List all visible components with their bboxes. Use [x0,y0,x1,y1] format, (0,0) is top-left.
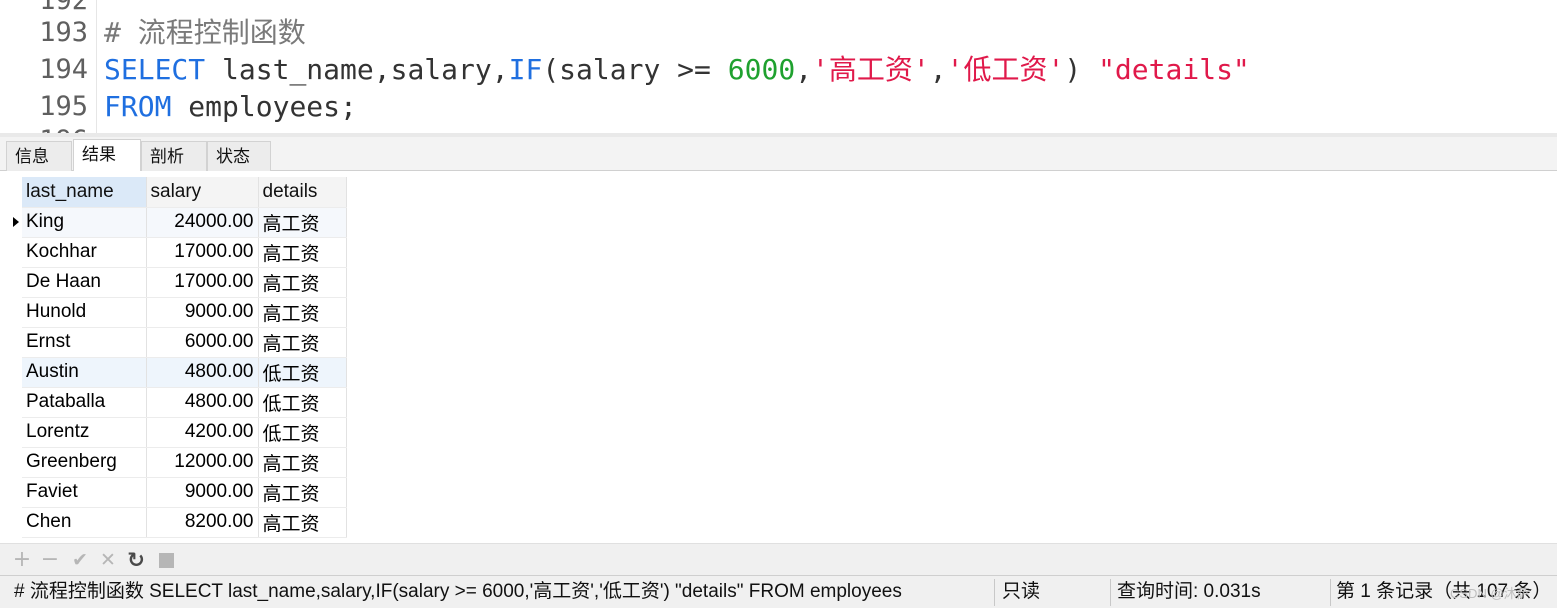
cell-details[interactable]: 高工资 [258,507,347,538]
table-row[interactable]: Greenberg 12000.00 高工资 [22,447,347,478]
cell-last-name[interactable]: Lorentz [22,417,147,448]
table-row[interactable]: Pataballa 4800.00 低工资 [22,387,347,418]
cell-salary[interactable]: 9000.00 [146,297,259,328]
cell-salary[interactable]: 12000.00 [146,447,259,478]
delete-record-icon[interactable]: − [38,548,62,572]
grid-toolbar: + − ✔ ✕ ↻ [0,543,1557,575]
code-line-partial-bottom: 196 [0,122,1557,133]
table-row[interactable]: Kochhar 17000.00 高工资 [22,237,347,268]
cell-last-name[interactable]: Chen [22,507,147,538]
sql-number: 6000 [727,53,796,86]
apply-changes-icon[interactable]: ✔ [68,548,92,572]
sql-close-paren: ) [1064,53,1099,86]
table-row[interactable]: Faviet 9000.00 高工资 [22,477,347,508]
sql-keyword-select: SELECT [104,53,206,86]
cell-details[interactable]: 低工资 [258,387,347,418]
code-line-193[interactable]: 193 # 流程控制函数 [0,14,1557,51]
result-grid-area: last_name salary details King 24000.00 高工资… [0,171,1557,543]
cell-last-name[interactable]: Ernst [22,327,147,358]
cell-salary[interactable]: 4800.00 [146,357,259,388]
cell-salary[interactable]: 24000.00 [146,207,259,238]
cell-salary[interactable]: 4800.00 [146,387,259,418]
cell-salary[interactable]: 4200.00 [146,417,259,448]
cell-last-name[interactable]: Kochhar [22,237,147,268]
cell-last-name[interactable]: Greenberg [22,447,147,478]
cell-details[interactable]: 低工资 [258,417,347,448]
cell-last-name[interactable]: King [22,207,147,238]
line-number: 193 [39,17,88,48]
cell-details[interactable]: 高工资 [258,267,347,298]
status-readonly: 只读 [1002,581,1041,602]
cell-last-name[interactable]: Faviet [22,477,147,508]
cell-last-name[interactable]: Hunold [22,297,147,328]
cell-salary[interactable]: 9000.00 [146,477,259,508]
status-divider [994,579,995,606]
column-header-salary[interactable]: salary [146,177,259,208]
table-row[interactable]: Hunold 9000.00 高工资 [22,297,347,328]
stop-icon[interactable] [154,548,178,572]
result-grid: last_name salary details King 24000.00 高工资… [22,177,347,538]
status-bar: # 流程控制函数 SELECT last_name,salary,IF(sala… [0,575,1557,608]
column-header-details[interactable]: details [258,177,347,208]
table-row[interactable]: Ernst 6000.00 高工资 [22,327,347,358]
sql-alias: "details" [1098,53,1250,86]
result-tabs: 信息 结果 1 剖析 状态 [0,137,1557,195]
sql-comment: # 流程控制函数 [104,16,306,49]
cell-details[interactable]: 高工资 [258,327,347,358]
table-row[interactable]: Austin 4800.00 低工资 [22,357,347,388]
tab-info[interactable]: 信息 [6,141,72,171]
code-line-195[interactable]: 195 FROM employees; [0,88,1557,125]
sql-keyword-from: FROM [104,90,172,123]
current-row-indicator [8,207,22,237]
tab-result-1[interactable]: 结果 1 [73,139,141,195]
sql-string-high: '高工资' [812,53,930,86]
sql-columns: last_name,salary, [205,53,509,86]
column-header-last-name[interactable]: last_name [22,177,147,208]
table-row[interactable]: Chen 8200.00 高工资 [22,507,347,538]
cell-details[interactable]: 高工资 [258,477,347,508]
sql-string-low: '低工资' [946,53,1065,86]
cell-salary[interactable]: 17000.00 [146,267,259,298]
cell-salary[interactable]: 6000.00 [146,327,259,358]
watermark: CSDN @沐萨 [1450,586,1530,601]
cell-details[interactable]: 高工资 [258,207,347,238]
sql-comma: , [795,53,813,86]
status-query-time: 查询时间: 0.031s [1117,581,1261,602]
table-row[interactable]: King 24000.00 高工资 [22,207,347,238]
sql-condition: (salary >= [542,53,728,86]
line-number: 194 [39,54,88,85]
code-text[interactable]: # 流程控制函数 [104,14,306,51]
tab-status[interactable]: 状态 [207,141,271,171]
line-number: 196 [0,122,88,133]
cell-last-name[interactable]: Austin [22,357,147,388]
code-line-194[interactable]: 194 SELECT last_name,salary,IF(salary >=… [0,51,1557,88]
cell-details[interactable]: 低工资 [258,357,347,388]
add-record-icon[interactable]: + [10,548,34,572]
code-text[interactable]: FROM employees; [104,88,357,125]
cell-salary[interactable]: 17000.00 [146,237,259,268]
cell-details[interactable]: 高工资 [258,447,347,478]
sql-keyword-if: IF [508,53,543,86]
sql-table: employees; [171,90,357,123]
current-row-arrow-icon [13,217,19,227]
table-row[interactable]: Lorentz 4200.00 低工资 [22,417,347,448]
sql-editor[interactable]: 192 193 # 流程控制函数 194 SELECT last_name,sa… [0,0,1557,133]
cell-details[interactable]: 高工资 [258,237,347,268]
cell-last-name[interactable]: De Haan [22,267,147,298]
code-text[interactable]: SELECT last_name,salary,IF(salary >= 600… [104,51,1250,88]
cell-salary[interactable]: 8200.00 [146,507,259,538]
status-query-text: # 流程控制函数 SELECT last_name,salary,IF(sala… [14,581,902,602]
table-row[interactable]: De Haan 17000.00 高工资 [22,267,347,298]
cell-details[interactable]: 高工资 [258,297,347,328]
line-number: 195 [39,91,88,122]
refresh-icon[interactable]: ↻ [124,548,148,572]
tab-profile[interactable]: 剖析 [141,141,207,171]
discard-changes-icon[interactable]: ✕ [96,548,120,572]
grid-header-row: last_name salary details [22,177,347,208]
cell-last-name[interactable]: Pataballa [22,387,147,418]
sql-comma: , [929,53,947,86]
